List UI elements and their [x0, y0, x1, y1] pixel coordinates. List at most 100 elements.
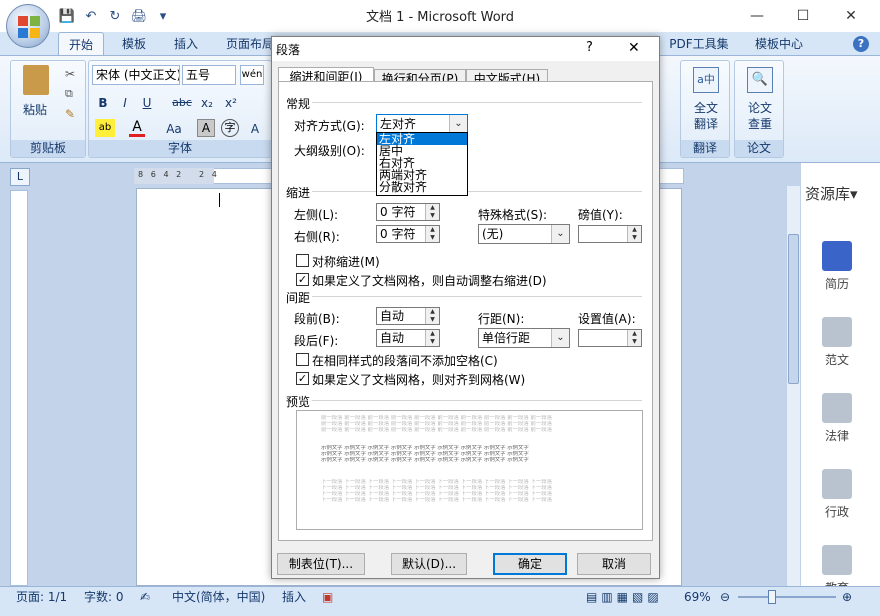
special-format-label: 特殊格式(S):: [478, 208, 548, 222]
help-icon[interactable]: ?: [853, 36, 869, 52]
highlight-icon[interactable]: ab: [95, 119, 115, 137]
spinner-arrows-icon[interactable]: ▲ ▼: [627, 330, 641, 346]
snap-to-grid-checkbox[interactable]: ✓: [296, 372, 309, 385]
check-label[interactable]: 查重: [735, 115, 785, 132]
translate-icon[interactable]: a中: [693, 67, 719, 93]
cancel-button[interactable]: 取消: [577, 553, 651, 575]
superscript-button[interactable]: x²: [221, 93, 241, 113]
page-count[interactable]: 页面: 1/1: [16, 588, 67, 606]
special-format-select[interactable]: (无) ⌄: [478, 224, 570, 244]
cut-icon[interactable]: ✂: [65, 67, 75, 81]
paper-label[interactable]: 论文: [735, 99, 785, 116]
auto-adjust-checkbox[interactable]: ✓: [296, 273, 309, 286]
ok-button[interactable]: 确定: [493, 553, 567, 575]
strikethrough-button[interactable]: abc: [169, 93, 195, 113]
font-size-combo[interactable]: 五号: [182, 65, 236, 85]
paper-check-icon[interactable]: 🔍: [747, 67, 773, 93]
general-divider: [312, 102, 642, 103]
admin-icon: [822, 469, 852, 499]
tab-home[interactable]: 开始: [58, 32, 104, 56]
space-after-spinner[interactable]: 自动 ▲ ▼: [376, 329, 440, 347]
change-case-button[interactable]: Aa: [161, 119, 187, 139]
clipboard-group-label: 剪贴板: [11, 140, 85, 157]
minimize-icon[interactable]: —: [734, 0, 780, 32]
chevron-down-icon: ⌄: [551, 329, 569, 347]
spinner-arrows-icon[interactable]: ▲ ▼: [425, 226, 439, 242]
paste-icon[interactable]: [23, 65, 49, 95]
zoom-in-icon[interactable]: ⊕: [842, 588, 852, 606]
sample-essay-icon: [822, 317, 852, 347]
full-text-label[interactable]: 全文: [681, 99, 731, 116]
line-spacing-select[interactable]: 单倍行距 ⌄: [478, 328, 570, 348]
spinner-arrows-icon[interactable]: ▲ ▼: [425, 308, 439, 324]
preview-divider: [312, 400, 642, 401]
mirror-indent-checkbox[interactable]: [296, 254, 309, 267]
line-spacing-label: 行距(N):: [478, 312, 525, 326]
zoom-level[interactable]: 69%: [684, 588, 711, 606]
font-name-combo[interactable]: 宋体 (中文正文): [92, 65, 180, 85]
dialog-help-icon[interactable]: ?: [586, 40, 593, 55]
tab-page-layout[interactable]: 页面布局: [222, 32, 278, 56]
resource-panel-title[interactable]: 资源库▾: [805, 183, 858, 204]
align-option-distributed[interactable]: 分散对齐: [377, 181, 467, 193]
office-button[interactable]: [6, 4, 50, 48]
office-logo-icon: [18, 16, 40, 38]
translate-label[interactable]: 翻译: [681, 115, 731, 132]
spinner-arrows-icon[interactable]: ▲ ▼: [425, 204, 439, 220]
no-space-same-style-checkbox[interactable]: [296, 353, 309, 366]
close-window-icon[interactable]: ✕: [828, 0, 874, 32]
italic-button[interactable]: I: [115, 93, 135, 113]
indent-left-spinner[interactable]: 0 字符 ▲ ▼: [376, 203, 440, 221]
spinner-arrows-icon[interactable]: ▲ ▼: [627, 226, 641, 242]
enclose-char-icon[interactable]: 字: [221, 119, 239, 137]
scrollbar-thumb[interactable]: [788, 234, 799, 384]
alignment-select[interactable]: 左对齐 ⌄: [376, 114, 468, 134]
space-before-label: 段前(B):: [294, 312, 340, 326]
space-after-label: 段后(F):: [294, 334, 339, 348]
language-status[interactable]: 中文(简体，中国): [172, 588, 265, 606]
tab-insert[interactable]: 插入: [166, 32, 206, 56]
bold-button[interactable]: B: [93, 93, 113, 113]
line-spacing-at-spinner[interactable]: ▲ ▼: [578, 329, 642, 347]
underline-button[interactable]: U: [137, 93, 157, 113]
side-item-admin[interactable]: 行政: [805, 469, 869, 520]
side-item-resume[interactable]: 简历: [805, 241, 869, 292]
phonetic-guide-icon[interactable]: wén: [240, 65, 264, 85]
no-space-same-style-label: 在相同样式的段落间不添加空格(C): [312, 354, 498, 368]
word-count[interactable]: 字数: 0: [84, 588, 124, 606]
vertical-scrollbar[interactable]: [786, 186, 800, 586]
tab-selector-icon[interactable]: L: [10, 168, 30, 186]
indent-by-spinner[interactable]: ▲ ▼: [578, 225, 642, 243]
macro-record-icon[interactable]: ▣: [322, 588, 333, 606]
auto-adjust-label: 如果定义了文档网格，则自动调整右缩进(D): [312, 274, 547, 288]
font-group: 宋体 (中文正文) 五号 wén B I U abc x₂ x² ab A Aa…: [88, 60, 272, 158]
zoom-slider-thumb[interactable]: [768, 590, 776, 604]
set-default-button[interactable]: 默认(D)...: [391, 553, 467, 575]
insert-mode[interactable]: 插入: [282, 588, 306, 606]
tab-stops-button[interactable]: 制表位(T)...: [277, 553, 365, 575]
snap-to-grid-label: 如果定义了文档网格，则对齐到网格(W): [312, 373, 526, 387]
proofing-icon[interactable]: ✍: [140, 588, 150, 606]
dialog-close-icon[interactable]: ✕: [628, 40, 640, 56]
tab-pdf-tools[interactable]: PDF工具集: [664, 32, 734, 56]
indent-right-spinner[interactable]: 0 字符 ▲ ▼: [376, 225, 440, 243]
side-item-sample[interactable]: 范文: [805, 317, 869, 368]
view-buttons-icon[interactable]: ▤▥▦▧▨: [586, 588, 663, 606]
space-before-spinner[interactable]: 自动 ▲ ▼: [376, 307, 440, 325]
zoom-out-icon[interactable]: ⊖: [720, 588, 730, 606]
copy-icon[interactable]: ⧉: [65, 87, 73, 101]
format-painter-icon[interactable]: ✎: [65, 107, 75, 121]
spacing-divider: [312, 296, 642, 297]
maximize-icon[interactable]: ☐: [780, 0, 826, 32]
vertical-ruler[interactable]: [10, 190, 28, 586]
font-color-icon[interactable]: A: [129, 119, 145, 137]
tab-template-center[interactable]: 模板中心: [748, 32, 810, 56]
zoom-slider[interactable]: [738, 596, 836, 598]
spinner-arrows-icon[interactable]: ▲ ▼: [425, 330, 439, 346]
grow-font-button[interactable]: A: [245, 119, 265, 139]
subscript-button[interactable]: x₂: [197, 93, 217, 113]
side-item-law[interactable]: 法律: [805, 393, 869, 444]
tab-template[interactable]: 模板: [112, 32, 156, 56]
paste-button[interactable]: 粘贴: [15, 101, 55, 118]
char-shading-icon[interactable]: A: [197, 119, 215, 137]
